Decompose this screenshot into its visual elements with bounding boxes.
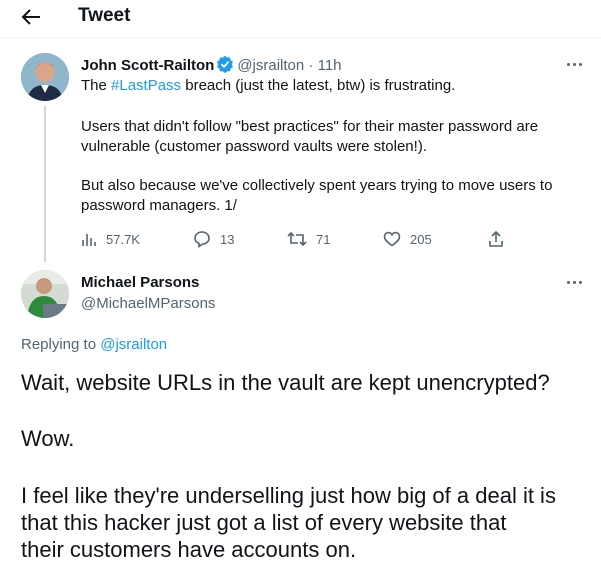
- like-count: 205: [410, 231, 432, 247]
- reply-icon: [194, 231, 210, 248]
- tweet-text-line: password managers. 1/: [81, 197, 237, 214]
- back-button[interactable]: [20, 7, 42, 27]
- like-button[interactable]: 205: [383, 229, 432, 249]
- share-button[interactable]: [487, 229, 514, 249]
- reply-text-line: I feel like they're underselling just ho…: [21, 483, 556, 508]
- reply-count: 13: [220, 231, 235, 247]
- reply-text-line: Wow.: [21, 426, 75, 451]
- avatar[interactable]: [21, 53, 69, 101]
- page-title: Tweet: [78, 5, 131, 26]
- mention-link[interactable]: @jsrailton: [100, 336, 167, 353]
- separator-dot: ·: [308, 57, 314, 74]
- more-options-button[interactable]: [567, 63, 585, 69]
- views-count: 57.7K: [106, 231, 140, 247]
- tweet-text-line: The #LastPass breach (just the latest, b…: [81, 77, 456, 94]
- tweet-text-line: vulnerable (customer password vaults wer…: [81, 138, 427, 155]
- views-button[interactable]: 57.7K: [81, 229, 140, 249]
- tweet-time[interactable]: 11h: [318, 57, 342, 74]
- author-handle[interactable]: @jsrailton: [237, 57, 304, 74]
- arrow-left-icon: [21, 9, 40, 25]
- heart-icon: [383, 231, 401, 247]
- avatar[interactable]: [21, 270, 69, 318]
- reply-author-handle[interactable]: @MichaelMParsons: [81, 295, 215, 312]
- retweet-button[interactable]: 71: [287, 229, 330, 249]
- author-name[interactable]: John Scott-Railton: [81, 57, 214, 74]
- verified-badge-icon: [216, 55, 234, 77]
- retweet-icon: [287, 231, 307, 247]
- tweet-author-line: John Scott-Railton @jsrailton · 11h: [81, 55, 342, 77]
- replying-to: Replying to @jsrailton: [21, 336, 168, 353]
- thread-connector: [44, 106, 46, 262]
- share-icon: [489, 230, 503, 247]
- reply-author-name[interactable]: Michael Parsons: [81, 274, 199, 291]
- analytics-icon: [82, 234, 96, 246]
- reply-button[interactable]: 13: [193, 229, 234, 249]
- reply-text-line: that this hacker just got a list of ever…: [21, 510, 507, 535]
- hashtag-link[interactable]: #LastPass: [111, 77, 181, 94]
- retweet-count: 71: [316, 231, 331, 247]
- person-photo-icon: [21, 270, 69, 318]
- more-dots-icon: [567, 63, 570, 66]
- more-dots-icon: [567, 281, 570, 284]
- header-divider: [0, 37, 601, 38]
- more-options-button[interactable]: [567, 281, 585, 287]
- reply-text-line: Wait, website URLs in the vault are kept…: [21, 370, 550, 395]
- tweet-text-line: But also because we've collectively spen…: [81, 177, 553, 194]
- top-bar: Tweet: [0, 0, 601, 34]
- reply-text-line: their customers have accounts on.: [21, 537, 357, 562]
- tweet-text-line: Users that didn't follow "best practices…: [81, 118, 539, 135]
- person-photo-icon: [21, 53, 69, 101]
